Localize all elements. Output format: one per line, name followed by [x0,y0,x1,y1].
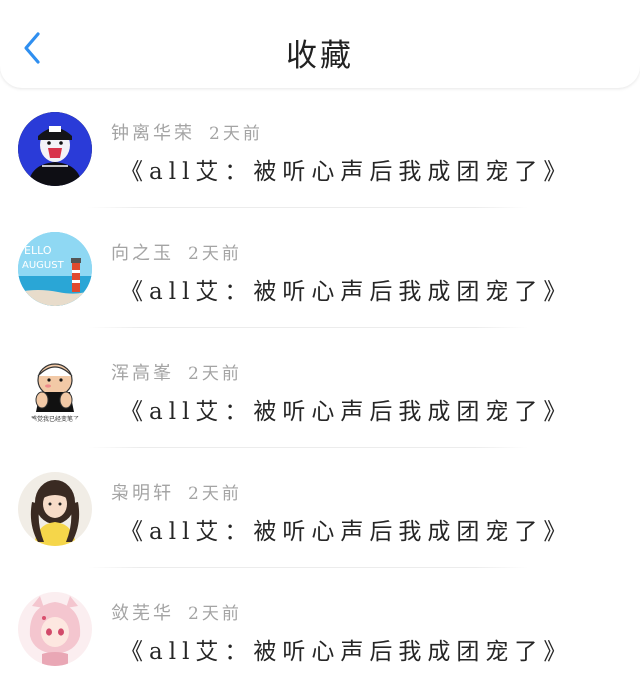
list-item[interactable]: 钟离华荣 2天前 《all艾：被听心声后我成团宠了》 [0,88,640,208]
list-item[interactable]: 枭明轩 2天前 《all艾：被听心声后我成团宠了》 [0,448,640,568]
author-name: 向之玉 [111,243,174,264]
item-meta: 枭明轩 2天前 [111,479,242,505]
item-meta: 敛芜华 2天前 [111,599,242,625]
page-title: 收藏 [286,38,354,74]
favorites-list: 钟离华荣 2天前 《all艾：被听心声后我成团宠了》 ELLO AUGUST 向之… [0,88,640,688]
avatar[interactable]: 感觉我已经变笔了 [18,352,92,426]
list-item[interactable]: 敛芜华 2天前 《all艾：被听心声后我成团宠了》 [0,568,640,688]
timestamp: 2天前 [209,124,263,144]
avatar[interactable]: ELLO AUGUST [18,232,92,306]
avatar-illustrated-boy-cap [18,112,92,186]
list-item[interactable]: 感觉我已经变笔了 浑高峯 2天前 《all艾：被听心声后我成团宠了》 [0,328,640,448]
timestamp: 2天前 [188,604,242,624]
avatar-girl-photo [18,472,92,546]
timestamp: 2天前 [188,364,242,384]
book-title[interactable]: 《all艾：被听心声后我成团宠了》 [120,392,572,426]
avatar[interactable] [18,592,92,666]
author-name: 敛芜华 [111,603,174,624]
author-name: 枭明轩 [111,483,174,504]
item-meta: 向之玉 2天前 [111,239,242,265]
item-meta: 钟离华荣 2天前 [111,119,263,145]
author-name: 浑高峯 [111,363,174,384]
avatar-cartoon-sticker: 感觉我已经变笔了 [18,352,92,426]
author-name: 钟离华荣 [111,123,195,144]
timestamp: 2天前 [188,244,242,264]
avatar-anime-pink-hair [18,592,92,666]
avatar[interactable] [18,112,92,186]
item-meta: 浑高峯 2天前 [111,359,242,385]
svg-text:AUGUST: AUGUST [22,260,65,271]
book-title[interactable]: 《all艾：被听心声后我成团宠了》 [120,272,572,306]
list-item[interactable]: ELLO AUGUST 向之玉 2天前 《all艾：被听心声后我成团宠了》 [0,208,640,328]
svg-text:ELLO: ELLO [24,244,52,257]
book-title[interactable]: 《all艾：被听心声后我成团宠了》 [120,632,572,666]
avatar-hello-august-lighthouse: ELLO AUGUST [18,232,92,306]
top-bar: 收藏 [0,0,640,88]
sticker-caption: 感觉我已经变笔了 [31,415,79,423]
timestamp: 2天前 [188,484,242,504]
avatar[interactable] [18,472,92,546]
book-title[interactable]: 《all艾：被听心声后我成团宠了》 [120,512,572,546]
book-title[interactable]: 《all艾：被听心声后我成团宠了》 [120,152,572,186]
